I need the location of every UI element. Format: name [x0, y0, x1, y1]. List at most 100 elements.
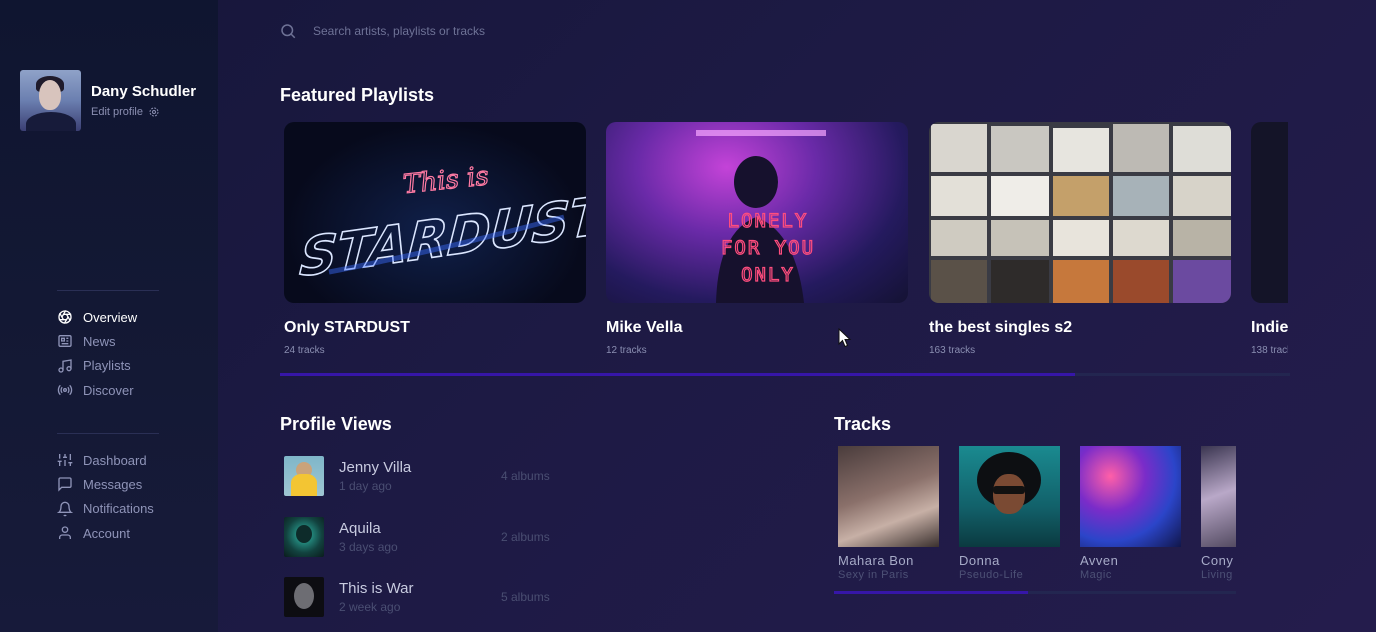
profile-view-name: This is War	[339, 580, 414, 597]
featured-playlists-heading: Featured Playlists	[280, 85, 435, 105]
track-card[interactable]: Donna Pseudo-Life	[959, 446, 1060, 581]
track-artist: Magic	[1080, 569, 1112, 581]
nav-item-messages[interactable]: Messages	[57, 472, 154, 496]
track-cover[interactable]	[1201, 446, 1236, 547]
profile-view-name: Jenny Villa	[339, 459, 412, 476]
track-card[interactable]: Avven Magic	[1080, 446, 1181, 581]
sliders-icon	[57, 454, 73, 467]
profile-view-time: 1 day ago	[339, 479, 392, 493]
nav-item-account[interactable]: Account	[57, 521, 154, 545]
nav-label: Overview	[83, 309, 138, 325]
track-cover[interactable]	[959, 446, 1060, 547]
art-line3: ONLY	[741, 264, 795, 286]
stardust-neon-art: This is STARDUST	[297, 161, 586, 290]
art-line2: FOR YOU	[721, 237, 815, 259]
nav-item-notifications[interactable]: Notifications	[57, 497, 154, 521]
nav-item-news[interactable]: News	[57, 329, 137, 353]
search-input[interactable]	[313, 24, 613, 38]
profile-name: Dany Schudler	[91, 83, 197, 100]
profile-view-name: Aquila	[339, 520, 381, 537]
playlist-card[interactable]: Indie 138 tracks	[1251, 122, 1288, 356]
playlist-track-count: 138 tracks	[1251, 345, 1288, 356]
nav-label: Discover	[83, 382, 134, 398]
nav-label: Notifications	[83, 501, 154, 517]
broadcast-icon	[57, 384, 73, 396]
edit-profile-label: Edit profile	[91, 106, 143, 118]
tracks-heading: Tracks	[834, 414, 892, 434]
nav-item-playlists[interactable]: Playlists	[57, 354, 137, 378]
profile-view-time: 3 days ago	[339, 540, 398, 554]
art-line1: LONELY	[728, 210, 809, 232]
playlist-title: Indie	[1251, 319, 1288, 336]
track-card[interactable]: Cony Living	[1201, 446, 1236, 581]
user-profile: Dany Schudler Edit profile	[20, 70, 196, 131]
playlist-card[interactable]: LONELY FOR YOU ONLY Mike Vella 12 tracks	[606, 122, 908, 356]
search-icon[interactable]	[279, 22, 297, 40]
nav-label: Playlists	[83, 358, 131, 374]
newspaper-icon	[58, 335, 72, 348]
divider	[57, 433, 159, 434]
nav-label: Dashboard	[83, 452, 147, 468]
profile-view-time: 2 week ago	[339, 600, 401, 614]
nav-label: Messages	[83, 476, 143, 492]
playlist-track-count: 12 tracks	[606, 345, 647, 356]
playlist-cover[interactable]	[1251, 122, 1288, 303]
track-artist: Living	[1201, 569, 1233, 581]
playlist-title: Only STARDUST	[284, 319, 410, 336]
art-line2: STARDUST	[298, 184, 586, 289]
search-bar	[279, 22, 613, 40]
music-note-icon	[58, 358, 72, 373]
user-icon	[59, 526, 71, 540]
track-name: Avven	[1080, 553, 1119, 568]
profile-view-albums: 2 albums	[501, 530, 550, 544]
profile-view-albums: 4 albums	[501, 469, 550, 483]
playlists-scroll-thumb[interactable]	[280, 373, 1075, 376]
featured-playlists-carousel[interactable]: This is STARDUST Only STARDUST 24 tracks…	[284, 122, 1288, 362]
sidebar: Dany Schudler Edit profile Overview News…	[0, 0, 218, 632]
track-artist: Pseudo-Life	[959, 569, 1024, 581]
tracks-carousel[interactable]: Mahara Bon Sexy in Paris Donna Pseudo-Li…	[838, 446, 1236, 586]
track-cover[interactable]	[838, 446, 939, 547]
profile-views-heading: Profile Views	[280, 414, 392, 434]
secondary-nav: Dashboard Messages Notifications Account	[57, 448, 154, 545]
profile-view-thumb	[284, 577, 324, 617]
art-line1: This is	[402, 161, 490, 200]
edit-profile-link[interactable]: Edit profile	[91, 106, 196, 118]
playlist-cover[interactable]: LONELY FOR YOU ONLY	[606, 122, 908, 303]
playlist-cover[interactable]	[929, 122, 1231, 303]
avatar[interactable]	[20, 70, 81, 131]
record-crates-art	[929, 122, 1231, 303]
profile-view-albums: 5 albums	[501, 590, 550, 604]
profile-view-row[interactable]: Aquila 3 days ago 2 albums	[284, 517, 584, 557]
nav-label: News	[83, 333, 116, 349]
nav-item-discover[interactable]: Discover	[57, 378, 137, 402]
playlist-card[interactable]: the best singles s2 163 tracks	[929, 122, 1231, 356]
divider	[57, 290, 159, 291]
track-name: Donna	[959, 553, 1000, 568]
nav-label: Account	[83, 525, 130, 541]
aperture-icon	[58, 310, 72, 325]
chat-icon	[58, 477, 72, 493]
playlist-cover[interactable]: This is STARDUST	[284, 122, 586, 303]
profile-view-row[interactable]: Jenny Villa 1 day ago 4 albums	[284, 456, 584, 496]
profile-view-thumb	[284, 456, 324, 496]
playlist-title: Mike Vella	[606, 319, 683, 336]
mouse-cursor-icon	[838, 328, 852, 348]
playlist-title: the best singles s2	[929, 319, 1073, 336]
main-nav: Overview News Playlists Discover	[57, 305, 137, 402]
bell-icon	[57, 501, 73, 517]
playlist-track-count: 24 tracks	[284, 345, 325, 356]
gear-icon	[149, 107, 159, 117]
neon-silhouette-art: LONELY FOR YOU ONLY	[696, 130, 826, 303]
profile-view-thumb	[284, 517, 324, 557]
nav-item-overview[interactable]: Overview	[57, 305, 137, 329]
tracks-scroll-thumb[interactable]	[834, 591, 1028, 594]
nav-item-dashboard[interactable]: Dashboard	[57, 448, 154, 472]
track-card[interactable]: Mahara Bon Sexy in Paris	[838, 446, 939, 581]
profile-view-row[interactable]: This is War 2 week ago 5 albums	[284, 577, 584, 617]
track-cover[interactable]	[1080, 446, 1181, 547]
track-artist: Sexy in Paris	[838, 569, 909, 581]
track-name: Mahara Bon	[838, 553, 914, 568]
track-name: Cony	[1201, 553, 1234, 568]
playlist-card[interactable]: This is STARDUST Only STARDUST 24 tracks	[284, 122, 586, 356]
